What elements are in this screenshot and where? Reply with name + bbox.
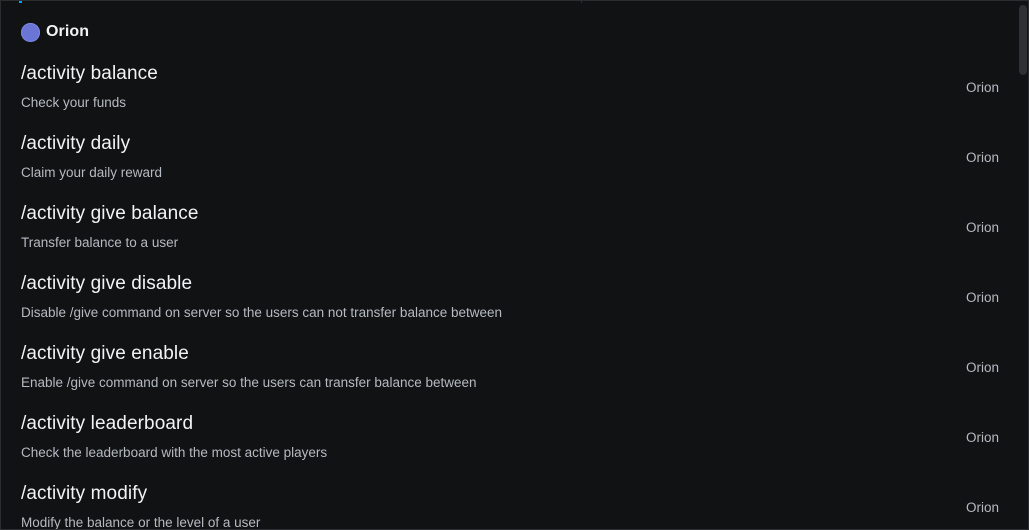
command-row-activity-give-balance[interactable]: /activity give balance Transfer balance …	[1, 197, 1017, 267]
top-accent-indicator	[19, 1, 22, 3]
command-row-activity-give-disable[interactable]: /activity give disable Disable /give com…	[1, 267, 1017, 337]
command-description: Check your funds	[21, 95, 127, 110]
bot-avatar-icon	[21, 22, 40, 42]
bot-name-label: Orion	[46, 23, 90, 40]
command-name: /activity balance	[21, 63, 158, 84]
command-source: Orion	[965, 430, 999, 445]
command-list: /activity balance Check your funds Orion…	[1, 57, 1017, 530]
command-source: Orion	[965, 80, 999, 95]
command-row-activity-modify[interactable]: /activity modify Modify the balance or t…	[1, 477, 1017, 530]
command-description: Modify the balance or the level of a use…	[21, 515, 261, 530]
top-divider	[581, 1, 582, 3]
command-source: Orion	[965, 500, 999, 515]
command-row-activity-give-enable[interactable]: /activity give enable Enable /give comma…	[1, 337, 1017, 407]
command-source: Orion	[965, 360, 999, 375]
command-description: Disable /give command on server so the u…	[21, 305, 503, 320]
command-description: Claim your daily reward	[21, 165, 163, 180]
command-name: /activity daily	[21, 133, 131, 154]
command-row-activity-daily[interactable]: /activity daily Claim your daily reward …	[1, 127, 1017, 197]
command-name: /activity modify	[21, 483, 148, 504]
command-name: /activity give disable	[21, 273, 193, 294]
command-row-activity-leaderboard[interactable]: /activity leaderboard Check the leaderbo…	[1, 407, 1017, 477]
command-autocomplete-panel: Orion /activity balance Check your funds…	[0, 0, 1029, 530]
command-source: Orion	[965, 150, 999, 165]
command-description: Enable /give command on server so the us…	[21, 375, 477, 390]
command-source: Orion	[965, 220, 999, 235]
command-description: Check the leaderboard with the most acti…	[21, 445, 328, 460]
scrollbar-thumb[interactable]	[1019, 5, 1027, 75]
command-name: /activity leaderboard	[21, 413, 194, 434]
bot-section-header: Orion	[21, 22, 89, 42]
command-description: Transfer balance to a user	[21, 235, 179, 250]
command-row-activity-balance[interactable]: /activity balance Check your funds Orion	[1, 57, 1017, 127]
command-source: Orion	[965, 290, 999, 305]
command-name: /activity give balance	[21, 203, 199, 224]
command-name: /activity give enable	[21, 343, 189, 364]
